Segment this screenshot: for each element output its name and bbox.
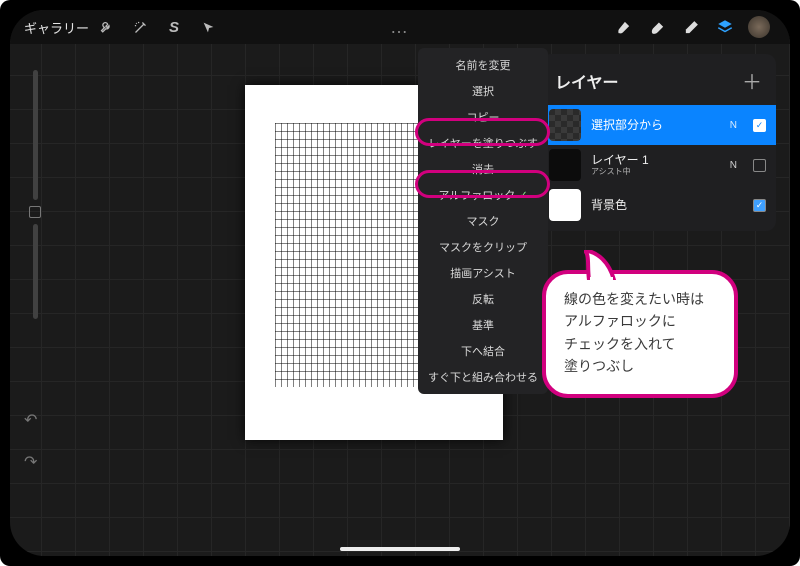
layer-name: 選択部分から: [591, 118, 720, 132]
layer-row-layer1[interactable]: レイヤー 1 アシスト中 N: [541, 145, 776, 185]
gallery-button[interactable]: ギャラリー: [24, 18, 89, 37]
selection-s-icon[interactable]: S: [157, 19, 191, 36]
annotation-speech-bubble: 線の色を変えたい時は アルファロックに チェックを入れて 塗りつぶし: [542, 270, 738, 398]
layer-row-background[interactable]: 背景色 ✓: [541, 185, 776, 225]
ctx-clip-mask[interactable]: マスクをクリップ: [418, 234, 548, 260]
smudge-icon[interactable]: [640, 19, 674, 36]
color-picker-disc[interactable]: [742, 16, 776, 38]
ctx-alpha-lock[interactable]: アルファロック✓: [418, 182, 548, 208]
layer-visibility-checkbox[interactable]: ✓: [753, 199, 766, 212]
settings-wrench-icon[interactable]: [89, 20, 123, 35]
layer-context-menu: 名前を変更 選択 コピー レイヤーを塗りつぶす 消去 アルファロック✓ マスク …: [418, 48, 548, 394]
move-pointer-icon[interactable]: [191, 21, 225, 34]
ctx-select[interactable]: 選択: [418, 78, 548, 104]
layer-thumb: [549, 189, 581, 221]
ctx-mask[interactable]: マスク: [418, 208, 548, 234]
layer-thumb: [549, 149, 581, 181]
ctx-reference[interactable]: 基準: [418, 312, 548, 338]
annotation-text: 線の色を変えたい時は アルファロックに チェックを入れて 塗りつぶし: [564, 288, 718, 378]
ctx-rename[interactable]: 名前を変更: [418, 52, 548, 78]
layer-blend-mode[interactable]: N: [730, 120, 737, 131]
ctx-draw-assist[interactable]: 描画アシスト: [418, 260, 548, 286]
add-layer-button[interactable]: ＋: [742, 66, 762, 95]
layer-blend-mode[interactable]: N: [730, 160, 737, 171]
eraser-icon[interactable]: [674, 19, 708, 36]
ctx-merge-down[interactable]: 下へ結合: [418, 338, 548, 364]
layer-thumb: [549, 109, 581, 141]
more-menu-button[interactable]: …: [390, 17, 410, 38]
layers-panel: レイヤー ＋ 選択部分から N ✓ レイヤー 1 アシスト中 N 背景色: [541, 54, 776, 231]
redo-icon[interactable]: ↷: [24, 452, 37, 472]
ctx-fill-layer[interactable]: レイヤーを塗りつぶす: [418, 130, 548, 156]
brush-size-toggle-icon[interactable]: [29, 206, 41, 218]
adjust-wand-icon[interactable]: [123, 20, 157, 35]
top-toolbar: ギャラリー S …: [10, 10, 790, 44]
layer-name: 背景色: [591, 198, 727, 212]
home-indicator: [340, 547, 460, 551]
layer-visibility-checkbox[interactable]: ✓: [753, 119, 766, 132]
layer-name: レイヤー 1 アシスト中: [591, 153, 720, 177]
layers-panel-title: レイヤー: [555, 69, 619, 93]
layers-icon[interactable]: [708, 18, 742, 36]
check-icon: ✓: [519, 190, 527, 201]
layer-visibility-checkbox[interactable]: [753, 159, 766, 172]
ctx-combine-below[interactable]: すぐ下と組み合わせる: [418, 364, 548, 390]
ctx-clear[interactable]: 消去: [418, 156, 548, 182]
ctx-copy[interactable]: コピー: [418, 104, 548, 130]
left-slider-rail[interactable]: [24, 70, 46, 319]
brush-icon[interactable]: [606, 19, 640, 36]
ctx-flip[interactable]: 反転: [418, 286, 548, 312]
layer-row-selection[interactable]: 選択部分から N ✓: [541, 105, 776, 145]
undo-icon[interactable]: ↶: [24, 410, 37, 430]
